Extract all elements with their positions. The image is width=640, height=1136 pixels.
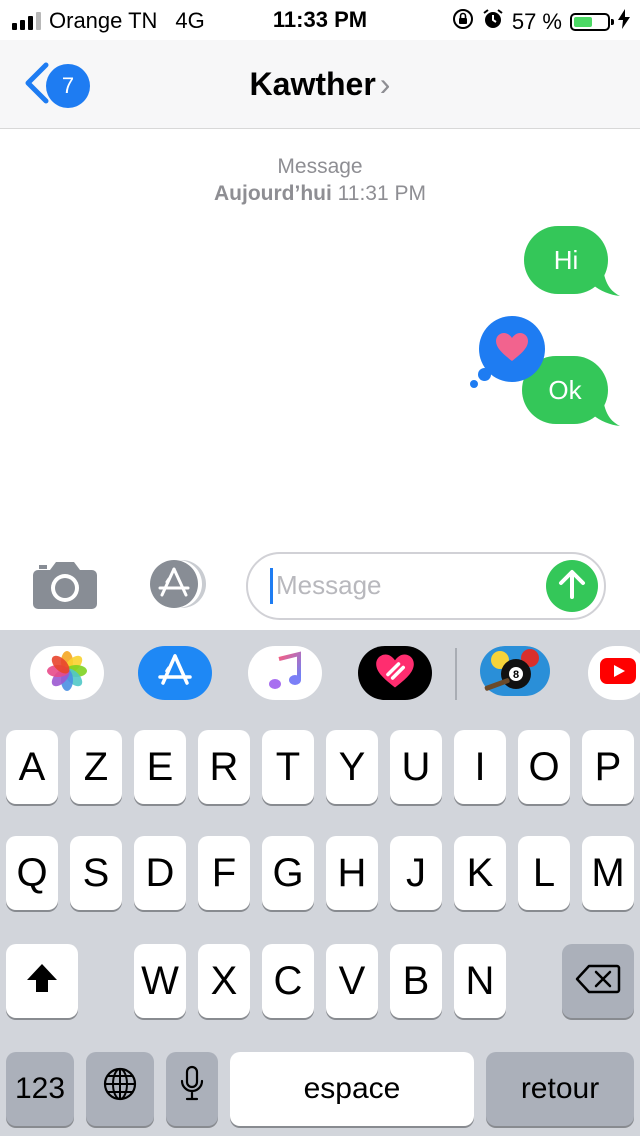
youtube-icon — [598, 656, 638, 691]
8-ball-pool-app-button[interactable]: 8 — [478, 646, 552, 700]
key-q[interactable]: Q — [6, 836, 58, 910]
service-label: Message — [277, 155, 363, 178]
timestamp-header: Aujourd’hui 11:31 PM — [0, 182, 640, 206]
key-w[interactable]: W — [134, 944, 186, 1018]
timestamp-time: 11:31 PM — [337, 182, 426, 205]
key-u[interactable]: U — [390, 730, 442, 804]
key-a[interactable]: A — [6, 730, 58, 804]
key-p[interactable]: P — [582, 730, 634, 804]
key-h[interactable]: H — [326, 836, 378, 910]
svg-text:8: 8 — [513, 669, 519, 681]
app-store-icon — [140, 560, 212, 614]
key-x[interactable]: X — [198, 944, 250, 1018]
globe-icon — [102, 1066, 138, 1112]
key-f[interactable]: F — [198, 836, 250, 910]
key-s[interactable]: S — [70, 836, 122, 910]
photos-icon — [47, 650, 87, 696]
message-bubble-hi[interactable]: Hi — [524, 226, 608, 294]
music-icon — [267, 650, 303, 696]
key-t[interactable]: T — [262, 730, 314, 804]
key-l[interactable]: L — [518, 836, 570, 910]
heart-icon — [495, 332, 529, 367]
keyboard: A Z E R T Y U I O P Q S D F G H J K L M … — [0, 720, 640, 1136]
globe-key[interactable] — [86, 1052, 154, 1126]
strip-divider — [455, 648, 457, 700]
message-input[interactable]: Message — [246, 552, 606, 620]
key-z[interactable]: Z — [70, 730, 122, 804]
key-i[interactable]: I — [454, 730, 506, 804]
microphone-icon — [180, 1065, 204, 1113]
photos-app-button[interactable] — [30, 646, 104, 700]
chevron-right-icon: › — [379, 66, 391, 102]
key-e[interactable]: E — [134, 730, 186, 804]
camera-button[interactable] — [32, 560, 98, 615]
send-button[interactable] — [546, 560, 598, 612]
contact-name: Kawther — [249, 66, 376, 102]
8-ball-pool-icon: 8 — [478, 646, 552, 700]
tapback-bubble[interactable] — [479, 316, 545, 382]
contact-title[interactable]: Kawther › — [0, 66, 640, 103]
key-n[interactable]: N — [454, 944, 506, 1018]
status-right: 57 % — [452, 8, 630, 36]
status-bar: Orange TN 4G 11:33 PM 57 % — [0, 0, 640, 40]
tapback-dot — [470, 380, 478, 388]
shift-key[interactable] — [6, 944, 78, 1018]
app-store-icon — [155, 653, 195, 694]
key-k[interactable]: K — [454, 836, 506, 910]
youtube-app-button[interactable] — [588, 646, 640, 700]
shift-icon — [25, 959, 59, 1004]
arrow-up-icon — [558, 569, 586, 604]
imessage-app-strip: 8 — [0, 630, 640, 720]
charging-bolt-icon — [618, 9, 630, 35]
key-r[interactable]: R — [198, 730, 250, 804]
key-j[interactable]: J — [390, 836, 442, 910]
digital-touch-icon — [375, 653, 415, 694]
dictation-key[interactable] — [166, 1052, 218, 1126]
alarm-icon — [482, 8, 504, 36]
key-y[interactable]: Y — [326, 730, 378, 804]
battery-icon — [570, 13, 614, 31]
key-d[interactable]: D — [134, 836, 186, 910]
key-m[interactable]: M — [582, 836, 634, 910]
return-key[interactable]: retour — [486, 1052, 634, 1126]
key-v[interactable]: V — [326, 944, 378, 1018]
text-cursor — [270, 568, 273, 604]
nav-bar: 7 Kawther › — [0, 40, 640, 129]
camera-icon — [32, 562, 98, 614]
delete-key[interactable] — [562, 944, 634, 1018]
app-store-button[interactable] — [140, 558, 212, 610]
backspace-icon — [575, 959, 621, 1004]
orientation-lock-icon — [452, 8, 474, 36]
space-key[interactable]: espace — [230, 1052, 474, 1126]
battery-percent: 57 % — [511, 9, 562, 34]
key-b[interactable]: B — [390, 944, 442, 1018]
composer-row: Message — [0, 540, 640, 630]
key-o[interactable]: O — [518, 730, 570, 804]
timestamp-day: Aujourd’hui — [214, 182, 332, 205]
message-placeholder: Message — [276, 570, 382, 600]
numbers-key[interactable]: 123 — [6, 1052, 74, 1126]
app-store-app-button[interactable] — [138, 646, 212, 700]
digital-touch-app-button[interactable] — [358, 646, 432, 700]
key-g[interactable]: G — [262, 836, 314, 910]
music-app-button[interactable] — [248, 646, 322, 700]
key-c[interactable]: C — [262, 944, 314, 1018]
